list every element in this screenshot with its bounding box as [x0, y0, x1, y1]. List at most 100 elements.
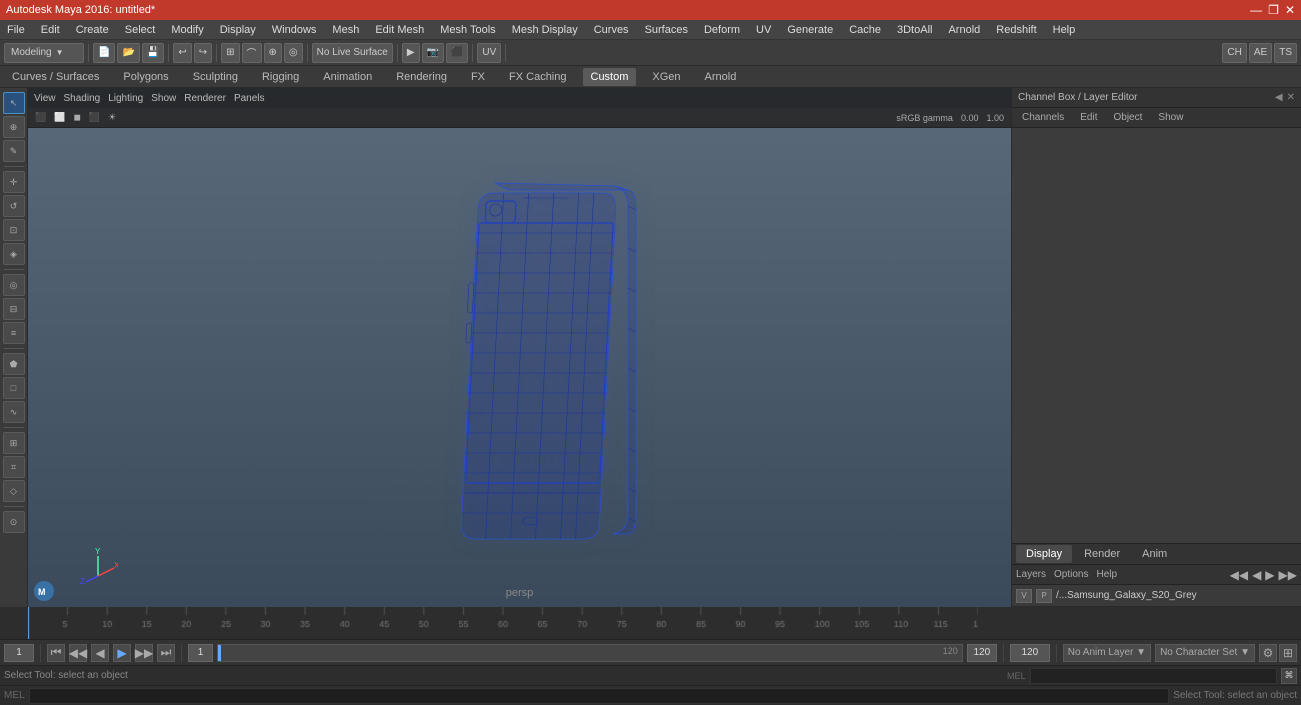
- menu-select[interactable]: Select: [122, 23, 159, 37]
- snap-curve-button[interactable]: ⌒: [242, 43, 262, 63]
- maximize-button[interactable]: ❐: [1268, 3, 1279, 17]
- range-start-input[interactable]: [188, 644, 213, 662]
- menu-edit[interactable]: Edit: [38, 23, 63, 37]
- anim-layer-dropdown[interactable]: No Anim Layer ▼: [1063, 644, 1151, 662]
- snap-surface-button[interactable]: ◎: [284, 43, 303, 63]
- bevel-button[interactable]: ◇: [3, 480, 25, 502]
- snap-button[interactable]: ⊙: [3, 511, 25, 533]
- lasso-tool-button[interactable]: ⊕: [3, 116, 25, 138]
- move-tool-button[interactable]: ✛: [3, 171, 25, 193]
- menu-uv[interactable]: UV: [753, 23, 774, 37]
- vp-val-b[interactable]: 1.00: [983, 112, 1007, 124]
- menu-windows[interactable]: Windows: [269, 23, 320, 37]
- append-poly-button[interactable]: □: [3, 377, 25, 399]
- bc-icon-2[interactable]: ⊞: [1279, 644, 1297, 662]
- vp-solid[interactable]: ◼: [70, 111, 83, 124]
- attr-editor-toggle[interactable]: AE: [1249, 43, 1272, 63]
- prev-frame-button[interactable]: ◀◀: [69, 644, 87, 662]
- edit-tab[interactable]: Edit: [1074, 110, 1103, 125]
- menu-edit-mesh[interactable]: Edit Mesh: [372, 23, 427, 37]
- create-poly-button[interactable]: ⬟: [3, 353, 25, 375]
- tab-curves-surfaces[interactable]: Curves / Surfaces: [4, 68, 107, 86]
- menu-surfaces[interactable]: Surfaces: [642, 23, 691, 37]
- universal-tool-button[interactable]: ◈: [3, 243, 25, 265]
- scale-tool-button[interactable]: ⊡: [3, 219, 25, 241]
- panel-icon-1[interactable]: ◀: [1275, 92, 1283, 103]
- timeline[interactable]: [0, 607, 1301, 639]
- rotate-tool-button[interactable]: ↺: [3, 195, 25, 217]
- tool-settings-toggle[interactable]: TS: [1274, 43, 1297, 63]
- anim-tab[interactable]: Anim: [1132, 545, 1177, 563]
- tab-xgen[interactable]: XGen: [644, 68, 688, 86]
- play-back-button[interactable]: ◀: [91, 644, 109, 662]
- end-frame-input[interactable]: [1010, 644, 1050, 662]
- show-tab[interactable]: Show: [1152, 110, 1189, 125]
- menu-deform[interactable]: Deform: [701, 23, 743, 37]
- object-tab[interactable]: Object: [1108, 110, 1149, 125]
- select-tool-button[interactable]: ↖: [3, 92, 25, 114]
- prev-keyframe-button[interactable]: ⏮: [47, 644, 65, 662]
- vp-menu-renderer[interactable]: Renderer: [184, 93, 226, 104]
- render-tab[interactable]: Render: [1074, 545, 1130, 563]
- menu-file[interactable]: File: [4, 23, 28, 37]
- menu-mesh[interactable]: Mesh: [329, 23, 362, 37]
- vp-light[interactable]: ☀: [105, 111, 119, 124]
- split-poly-button[interactable]: ∿: [3, 401, 25, 423]
- extrude-button[interactable]: ⊞: [3, 432, 25, 454]
- vp-val-a[interactable]: 0.00: [958, 112, 982, 124]
- undo-button[interactable]: ↩: [173, 43, 191, 63]
- channel-box-toggle[interactable]: CH: [1222, 43, 1246, 63]
- save-scene-button[interactable]: 💾: [142, 43, 164, 63]
- vp-textured[interactable]: ⬛: [86, 111, 103, 124]
- menu-mesh-display[interactable]: Mesh Display: [509, 23, 581, 37]
- new-scene-button[interactable]: 📄: [93, 43, 115, 63]
- open-scene-button[interactable]: 📂: [117, 43, 139, 63]
- minimize-button[interactable]: —: [1250, 3, 1262, 17]
- camera-button[interactable]: 📷: [422, 43, 444, 63]
- attr-button[interactable]: ≡: [3, 322, 25, 344]
- vp-wireframe[interactable]: ⬜: [51, 111, 68, 124]
- module-dropdown[interactable]: Modeling ▼: [4, 43, 84, 63]
- menu-create[interactable]: Create: [73, 23, 112, 37]
- no-live-surface[interactable]: No Live Surface: [312, 43, 393, 63]
- menu-curves[interactable]: Curves: [591, 23, 632, 37]
- timeline-ruler[interactable]: [28, 607, 1011, 639]
- bridge-button[interactable]: ⌗: [3, 456, 25, 478]
- bc-icon-1[interactable]: ⚙: [1259, 644, 1277, 662]
- paint-tool-button[interactable]: ✎: [3, 140, 25, 162]
- current-frame-input[interactable]: [4, 644, 34, 662]
- mel-input[interactable]: [1030, 668, 1277, 684]
- layer-vis-button[interactable]: V: [1016, 589, 1032, 603]
- options-menu[interactable]: Options: [1054, 569, 1088, 580]
- menu-cache[interactable]: Cache: [846, 23, 884, 37]
- tab-animation[interactable]: Animation: [315, 68, 380, 86]
- layer-prev[interactable]: ◀: [1252, 568, 1261, 582]
- vp-menu-view[interactable]: View: [34, 93, 56, 104]
- menu-display[interactable]: Display: [217, 23, 259, 37]
- range-end-input[interactable]: [967, 644, 997, 662]
- script-icon[interactable]: ⌘: [1281, 668, 1297, 684]
- menu-modify[interactable]: Modify: [168, 23, 206, 37]
- vp-menu-shading[interactable]: Shading: [64, 93, 101, 104]
- menu-redshift[interactable]: Redshift: [993, 23, 1039, 37]
- sculpt-button[interactable]: ⊟: [3, 298, 25, 320]
- play-forward-button[interactable]: ▶: [113, 644, 131, 662]
- snap-point-button[interactable]: ⊕: [264, 43, 282, 63]
- timeline-slider[interactable]: 120: [217, 644, 963, 662]
- tab-custom[interactable]: Custom: [583, 68, 637, 86]
- channels-tab[interactable]: Channels: [1016, 110, 1070, 125]
- viewport[interactable]: View Shading Lighting Show Renderer Pane…: [28, 88, 1011, 607]
- panel-icon-2[interactable]: ✕: [1287, 92, 1295, 103]
- mel-command-input[interactable]: [29, 688, 1170, 704]
- vp-menu-panels[interactable]: Panels: [234, 93, 265, 104]
- redo-button[interactable]: ↪: [194, 43, 212, 63]
- next-keyframe-button[interactable]: ⏭: [157, 644, 175, 662]
- tab-fx[interactable]: FX: [463, 68, 493, 86]
- vp-menu-lighting[interactable]: Lighting: [108, 93, 143, 104]
- tab-fx-caching[interactable]: FX Caching: [501, 68, 574, 86]
- vp-select-mode[interactable]: ⬛: [32, 111, 49, 124]
- menu-generate[interactable]: Generate: [784, 23, 836, 37]
- layer-next[interactable]: ▶: [1265, 568, 1274, 582]
- render-button[interactable]: ⬛: [446, 43, 468, 63]
- layer-type-button[interactable]: P: [1036, 589, 1052, 603]
